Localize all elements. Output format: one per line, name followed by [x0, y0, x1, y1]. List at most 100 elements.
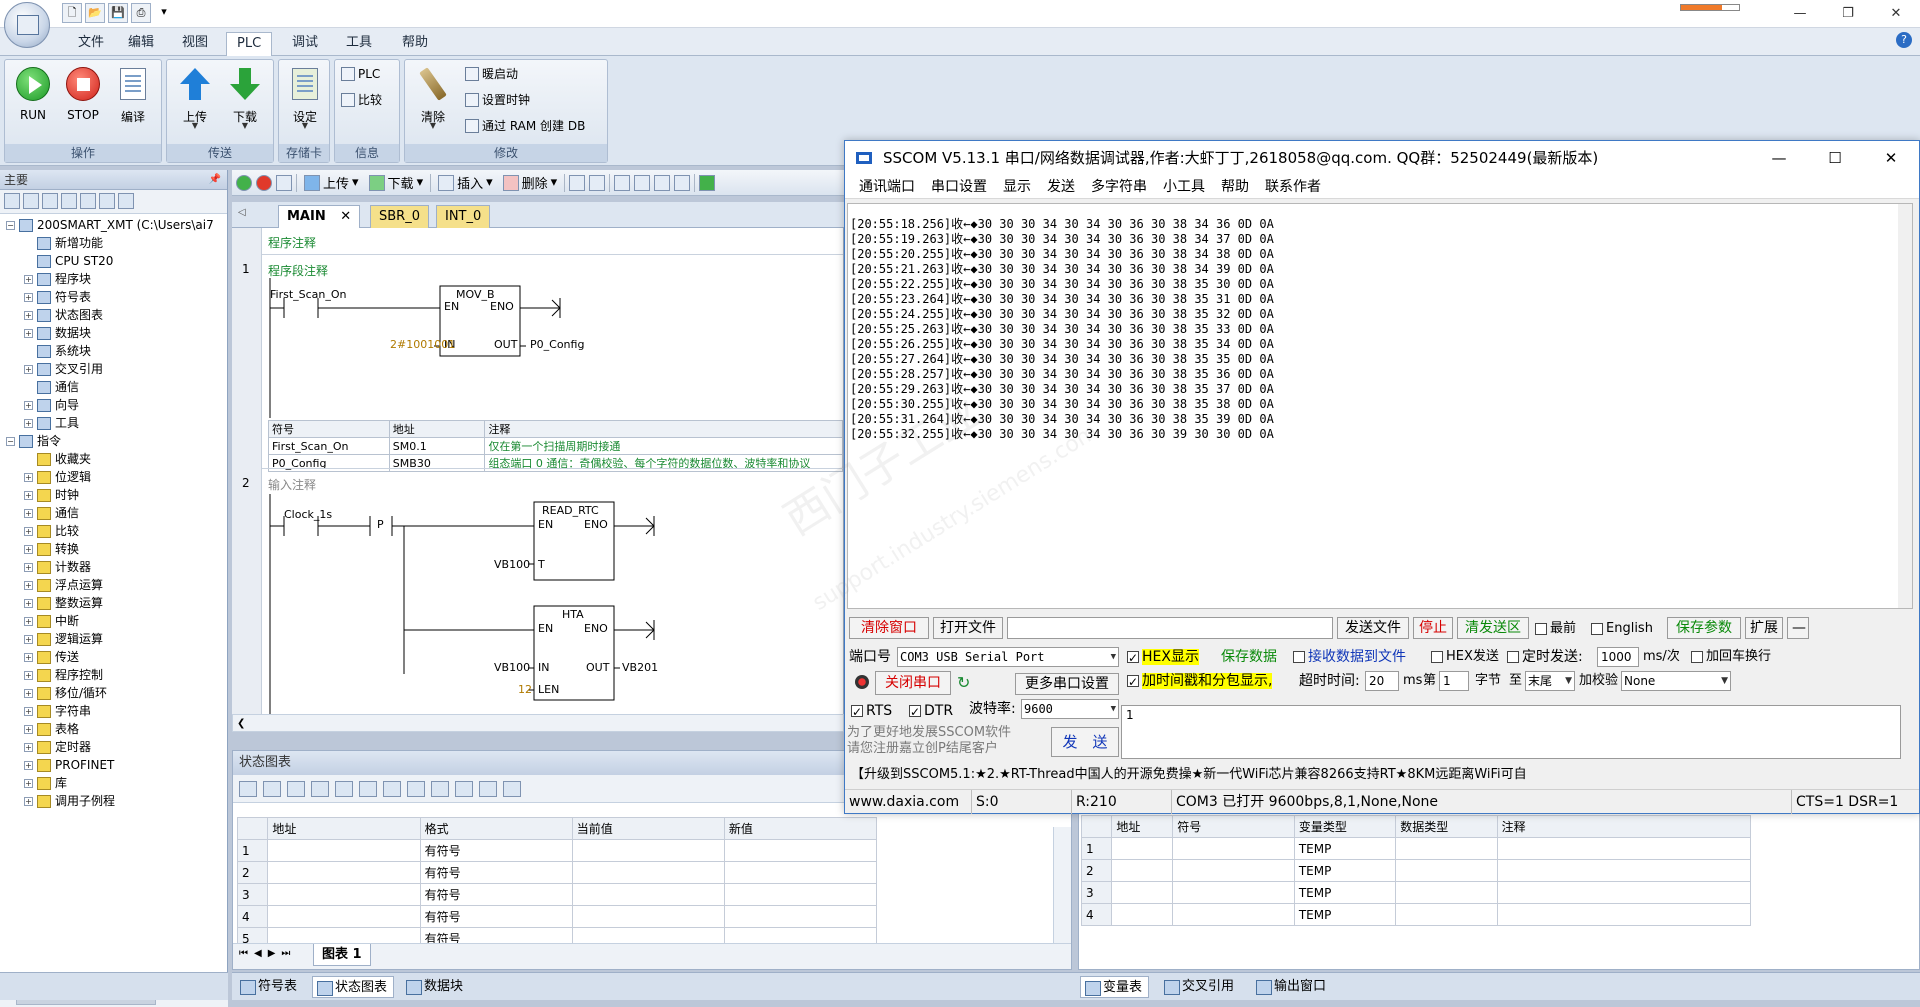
tree-node[interactable]: + 传送 [0, 648, 227, 666]
menu-debug[interactable]: 调试 [282, 32, 328, 56]
status-website[interactable]: www.daxia.com [845, 790, 971, 814]
table-cell[interactable] [571, 883, 725, 906]
tree-node[interactable]: + 比较 [0, 522, 227, 540]
table-cell[interactable] [267, 905, 421, 928]
table-cell[interactable] [571, 905, 725, 928]
tree-node[interactable]: + 字符串 [0, 702, 227, 720]
tab-symbol-table[interactable]: 符号表 [236, 976, 303, 998]
tree-node[interactable]: + 程序块 [0, 270, 227, 288]
table-cell[interactable] [571, 839, 725, 862]
tab-cross-reference[interactable]: 交叉引用 [1160, 976, 1240, 998]
add-crlf-checkbox[interactable]: 加回车换行 [1691, 647, 1771, 667]
tree-tool-icon[interactable] [23, 193, 39, 209]
table-cell[interactable] [1111, 859, 1174, 882]
sscom-menu-item[interactable]: 联系作者 [1257, 175, 1329, 198]
table-cell[interactable] [267, 883, 421, 906]
sscom-menu-item[interactable]: 多字符串 [1083, 175, 1155, 198]
send-button[interactable]: 发 送 [1051, 727, 1119, 757]
table-cell[interactable]: 有符号 [419, 905, 573, 928]
tree-node[interactable]: + 数据块 [0, 324, 227, 342]
table-cell[interactable] [267, 839, 421, 862]
table-cell[interactable] [723, 839, 878, 862]
interval-input[interactable]: 1000 [1597, 647, 1639, 667]
compile-button[interactable]: 编译 [109, 66, 157, 125]
run-icon[interactable] [236, 174, 252, 191]
tree-node[interactable]: + 中断 [0, 612, 227, 630]
tree-tool-icon[interactable] [4, 193, 20, 209]
table-row[interactable]: 4 有符号 [236, 905, 878, 928]
tree-tool-icon[interactable] [99, 193, 115, 209]
tree-node[interactable]: + 浮点运算 [0, 576, 227, 594]
expand-icon[interactable]: + [24, 364, 33, 374]
options-icon[interactable] [503, 780, 521, 797]
new-file-icon[interactable]: 🗋 [62, 3, 82, 23]
table-cell[interactable] [1496, 859, 1752, 882]
save-icon[interactable]: 💾 [108, 3, 128, 23]
menu-tools[interactable]: 工具 [336, 32, 382, 56]
tree-tool-icon[interactable] [61, 193, 77, 209]
run-button[interactable]: RUN [9, 66, 57, 122]
expand-icon[interactable]: + [24, 526, 33, 536]
expand-icon[interactable]: + [24, 760, 33, 770]
program-comment[interactable]: 程序注释 [268, 234, 316, 251]
table-cell[interactable] [571, 861, 725, 884]
toolbar-tool-icon[interactable] [569, 174, 586, 191]
network-comment[interactable]: 输入注释 [268, 476, 316, 493]
menu-file[interactable]: 文件 [68, 32, 114, 56]
compare-button[interactable]: 比较 [341, 90, 382, 110]
tree-node[interactable]: + 向导 [0, 396, 227, 414]
port-select[interactable]: COM3 USB Serial Port [897, 647, 1119, 667]
expand-icon[interactable]: + [24, 310, 33, 320]
tree-node[interactable]: + 调用子例程 [0, 792, 227, 810]
pause-icon[interactable] [311, 780, 329, 797]
table-cell[interactable] [1111, 881, 1174, 904]
expand-icon[interactable]: + [24, 796, 33, 806]
lock-icon[interactable] [383, 780, 401, 797]
rts-checkbox[interactable]: RTS [851, 701, 892, 722]
tree-node[interactable]: + 交叉引用 [0, 360, 227, 378]
timestamp-checkbox[interactable]: 加时间戳和分包显示, [1127, 671, 1273, 692]
clear-window-button[interactable]: 清除窗口 [849, 617, 929, 639]
table-cell[interactable]: TEMP [1293, 837, 1397, 860]
table-cell[interactable] [1172, 837, 1295, 860]
qat-dropdown-icon[interactable]: ▾ [154, 3, 174, 23]
toolbar-tool-icon[interactable] [589, 174, 606, 191]
menu-edit[interactable]: 编辑 [118, 32, 164, 56]
table-cell[interactable] [1172, 859, 1295, 882]
toolbar-insert-button[interactable]: 插入 ▾ [435, 173, 496, 192]
tree-node[interactable]: + 时钟 [0, 486, 227, 504]
tab-status-chart[interactable]: 状态图表 [312, 976, 395, 998]
table-cell[interactable] [1172, 881, 1295, 904]
expand-icon[interactable]: + [24, 778, 33, 788]
table-row[interactable]: 3 有符号 [236, 883, 878, 906]
toolbar-tool-icon[interactable] [634, 174, 651, 191]
upload-button[interactable]: 上传 ▼ [171, 66, 219, 130]
table-cell[interactable] [1496, 837, 1752, 860]
expand-icon[interactable]: + [24, 688, 33, 698]
checksum-select[interactable]: None [1621, 671, 1731, 691]
print-icon[interactable]: ⎙ [131, 3, 151, 23]
in-operand[interactable]: VB100 [494, 661, 530, 674]
timed-send-checkbox[interactable]: 定时发送: [1507, 647, 1583, 667]
tree-node[interactable]: + 位逻辑 [0, 468, 227, 486]
trend-icon[interactable] [335, 780, 353, 797]
expand-icon[interactable]: + [24, 274, 33, 284]
table-cell[interactable] [1111, 903, 1174, 926]
pencil-icon[interactable] [359, 780, 377, 797]
len-operand[interactable]: 12 [518, 683, 532, 696]
table-cell[interactable] [1395, 859, 1498, 882]
stop-button[interactable]: 停止 [1413, 617, 1453, 639]
restore-button[interactable]: ❐ [1824, 0, 1872, 28]
tree-node[interactable]: − 指令 [0, 432, 227, 450]
tab-data-block[interactable]: 数据块 [402, 976, 469, 998]
more-settings-button[interactable]: 更多串口设置 [1015, 673, 1119, 695]
table-row[interactable]: 3 TEMP [1080, 881, 1752, 904]
save-params-button[interactable]: 保存参数 [1667, 617, 1741, 639]
vertical-scrollbar[interactable] [1898, 204, 1912, 608]
toolbar-delete-button[interactable]: 删除 ▾ [500, 173, 561, 192]
tree-tool-icon[interactable] [42, 193, 58, 209]
tree-node[interactable]: + PROFINET [0, 756, 227, 774]
sscom-menu-item[interactable]: 帮助 [1213, 175, 1257, 198]
network-comment[interactable]: 程序段注释 [268, 262, 328, 279]
table-cell[interactable] [723, 861, 878, 884]
